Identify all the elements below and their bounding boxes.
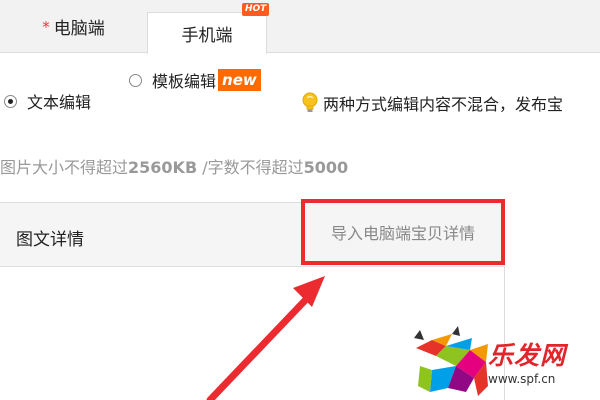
text-edit-label: 文本编辑: [27, 93, 92, 112]
tab-mobile[interactable]: 手机端: [147, 12, 267, 54]
new-badge: new: [218, 69, 261, 91]
hint-text: 两种方式编辑内容不混合，发布宝: [323, 95, 564, 114]
char-count-limit: 5000: [303, 158, 349, 177]
tab-mobile-label: 手机端: [181, 26, 233, 46]
radio-template-edit[interactable]: 模板编辑 new: [129, 68, 261, 92]
limits-separator: /字数不得超过: [197, 158, 304, 177]
detail-panel-title: 图文详情: [16, 230, 84, 250]
import-pc-detail-button[interactable]: 导入电脑端宝贝详情: [301, 199, 505, 265]
tab-pc[interactable]: * 电脑端: [0, 0, 147, 53]
lightbulb-icon: [302, 92, 318, 112]
radio-checked-icon[interactable]: [4, 94, 17, 108]
import-pc-detail-label: 导入电脑端宝贝详情: [330, 224, 475, 243]
radio-circle-icon[interactable]: [129, 73, 142, 87]
hot-badge: HOT: [242, 3, 270, 16]
tab-pc-label: 电脑端: [53, 19, 105, 39]
required-mark: *: [42, 17, 50, 36]
tab-bar: * 电脑端 手机端 HOT: [0, 0, 600, 54]
detail-panel-header: 图文详情 导入电脑端宝贝详情: [0, 199, 505, 267]
template-edit-label: 模板编辑: [152, 72, 217, 91]
watermark-url: www.spf.cn: [488, 372, 556, 386]
annotation-arrow-icon: [206, 276, 325, 400]
edit-mode-hint: 两种方式编辑内容不混合，发布宝: [301, 91, 563, 115]
radio-text-edit[interactable]: 文本编辑: [4, 89, 91, 113]
limits-prefix: 图片大小不得超过: [0, 158, 129, 177]
watermark-brand: 乐发网: [488, 341, 567, 370]
upload-limits: 图片大小不得超过2560KB /字数不得超过5000: [0, 154, 348, 178]
image-size-limit: 2560KB: [128, 158, 198, 177]
